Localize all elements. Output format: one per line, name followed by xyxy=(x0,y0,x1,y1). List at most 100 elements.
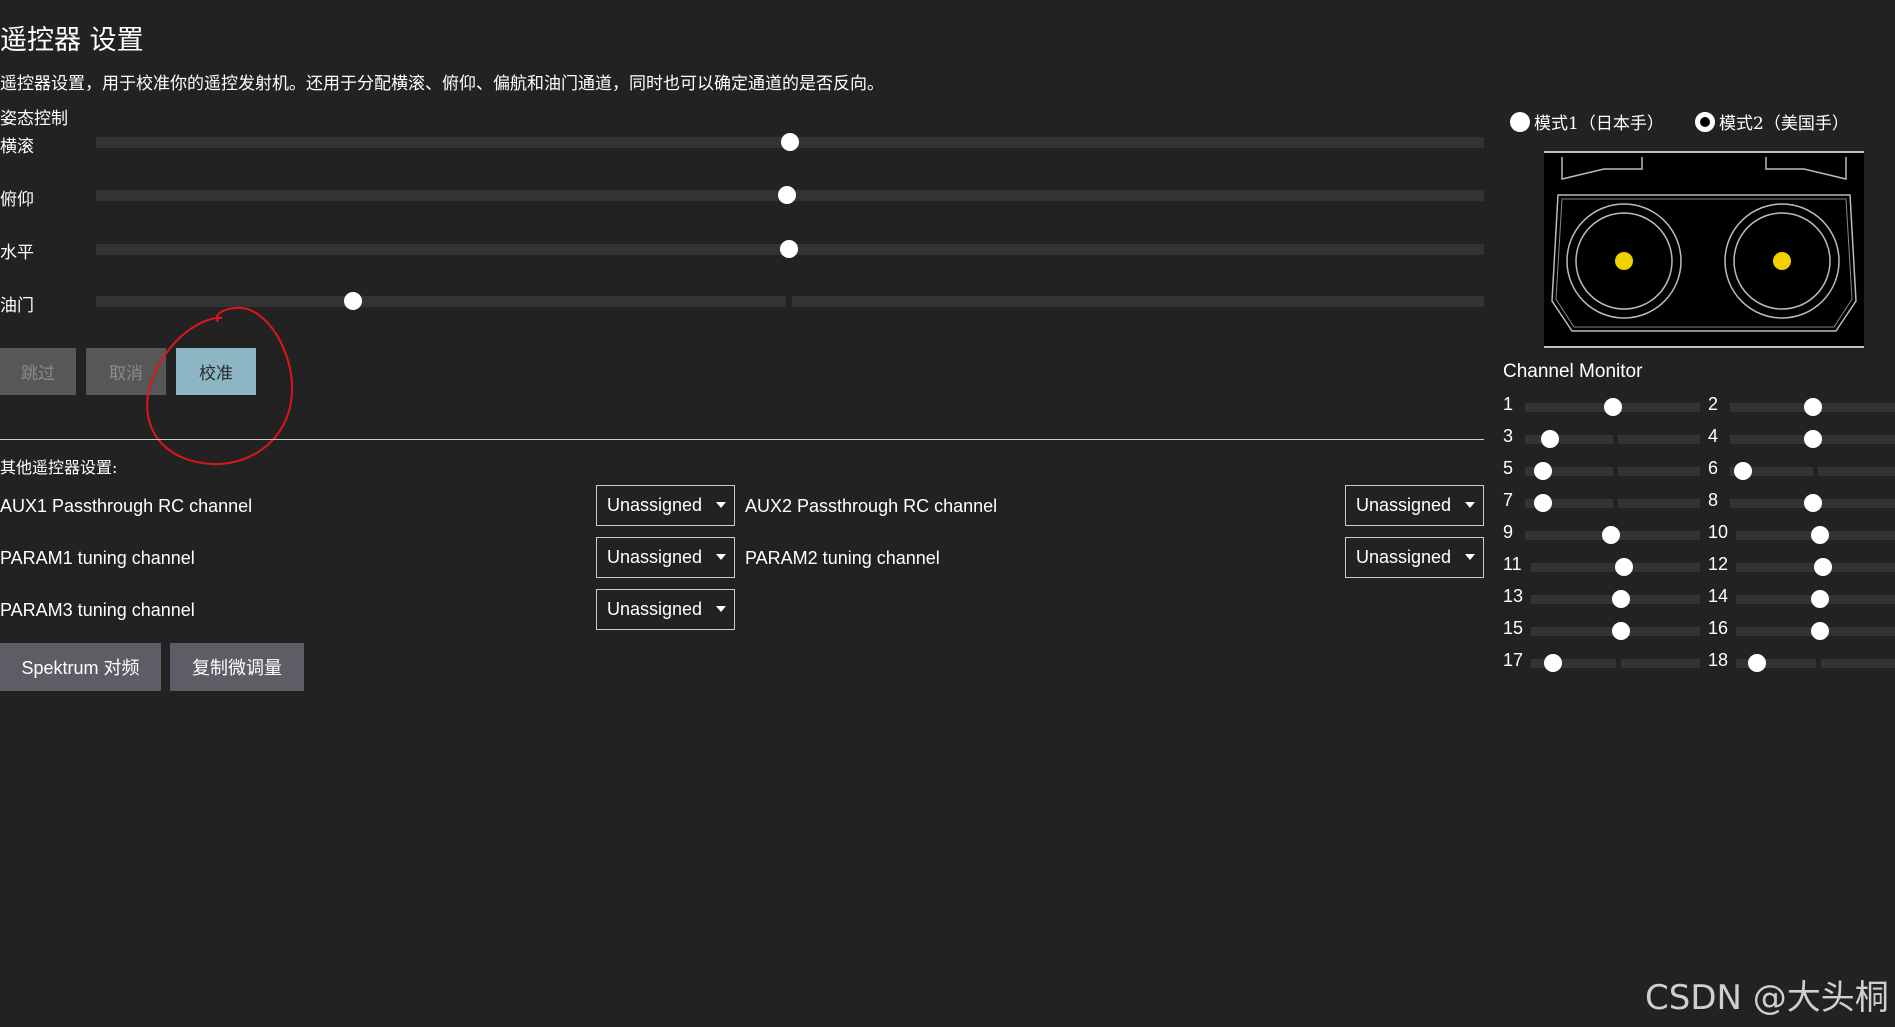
param2-select-value: Unassigned xyxy=(1356,547,1452,567)
channel-14-bar xyxy=(1736,590,1895,608)
other-settings-label: 其他遥控器设置: xyxy=(0,458,118,477)
channel-16-bar xyxy=(1736,622,1895,640)
channel-12-label: 12 xyxy=(1708,554,1729,574)
channel-12-knob xyxy=(1814,558,1833,576)
channel-13-bar xyxy=(1531,590,1700,608)
channel-9-bar xyxy=(1525,526,1700,544)
channel-1-bar xyxy=(1525,398,1700,416)
roll-slider-knob[interactable] xyxy=(781,133,799,151)
chevron-down-icon xyxy=(716,606,726,612)
pitch-slider[interactable] xyxy=(96,186,1484,204)
channel-3-label: 3 xyxy=(1503,426,1514,446)
axis-label-pitch: 俯仰 xyxy=(0,190,34,210)
yaw-slider[interactable] xyxy=(96,240,1484,258)
page-title: 遥控器 设置 xyxy=(0,25,144,56)
channel-5-bar xyxy=(1525,462,1700,480)
radio-selected-icon xyxy=(1695,111,1715,132)
copy-trims-button[interactable]: 复制微调量 xyxy=(170,643,304,691)
channel-2-knob xyxy=(1803,398,1822,416)
chevron-down-icon xyxy=(716,554,726,560)
aux1-channel-select[interactable]: Unassigned xyxy=(596,485,735,526)
param2-label: PARAM2 tuning channel xyxy=(745,548,940,568)
channel-3-bar xyxy=(1525,430,1700,448)
channel-15-knob xyxy=(1611,622,1630,640)
right-stick-dot xyxy=(1773,252,1791,270)
yaw-slider-knob[interactable] xyxy=(779,240,798,258)
aux1-label: AUX1 Passthrough RC channel xyxy=(0,496,253,516)
channel-4-label: 4 xyxy=(1708,426,1719,446)
param3-select-value: Unassigned xyxy=(607,599,703,619)
channel-18-bar xyxy=(1736,654,1895,672)
param3-label: PARAM3 tuning channel xyxy=(0,600,195,620)
chevron-down-icon xyxy=(716,502,726,508)
channel-8-knob xyxy=(1803,494,1822,512)
channel-6-label: 6 xyxy=(1708,458,1719,478)
attitude-section-label: 姿态控制 xyxy=(0,109,68,129)
channel-11-knob xyxy=(1614,558,1633,576)
channel-9-knob xyxy=(1601,526,1620,544)
chevron-down-icon xyxy=(1465,502,1475,508)
param1-channel-select[interactable]: Unassigned xyxy=(596,537,735,578)
transmitter-illustration xyxy=(1544,151,1864,348)
channel-11-label: 11 xyxy=(1503,554,1522,574)
channel-13-knob xyxy=(1611,590,1630,608)
channel-4-bar xyxy=(1730,430,1895,448)
axis-label-roll: 横滚 xyxy=(0,137,34,157)
mode1-radio[interactable]: 模式1（日本手） xyxy=(1510,109,1664,134)
radio-unselected-icon xyxy=(1510,111,1530,132)
red-circle-annotation xyxy=(146,306,294,466)
channel-18-knob xyxy=(1747,654,1766,672)
channel-12-bar xyxy=(1736,558,1895,576)
channel-7-label: 7 xyxy=(1503,490,1514,510)
csdn-watermark: CSDN @大头桐 xyxy=(1645,978,1889,1018)
roll-slider[interactable] xyxy=(96,133,1484,151)
param2-channel-select[interactable]: Unassigned xyxy=(1345,537,1484,578)
mode1-label: 模式1（日本手） xyxy=(1534,114,1664,134)
chevron-down-icon xyxy=(1465,554,1475,560)
channel-7-knob xyxy=(1533,494,1552,512)
param3-channel-select[interactable]: Unassigned xyxy=(596,589,735,630)
channel-9-label: 9 xyxy=(1503,522,1514,542)
mode2-radio[interactable]: 模式2（美国手） xyxy=(1695,109,1849,134)
channel-16-label: 16 xyxy=(1708,618,1729,638)
channel-3-knob xyxy=(1540,430,1559,448)
channel-16-knob xyxy=(1811,622,1830,640)
throttle-slider[interactable] xyxy=(96,292,1484,310)
channel-17-label: 17 xyxy=(1503,650,1524,670)
channel-15-bar xyxy=(1531,622,1700,640)
aux2-label: AUX2 Passthrough RC channel xyxy=(745,496,998,516)
axis-label-throttle: 油门 xyxy=(0,296,34,316)
channel-10-bar xyxy=(1736,526,1895,544)
aux2-select-value: Unassigned xyxy=(1356,495,1452,515)
aux2-channel-select[interactable]: Unassigned xyxy=(1345,485,1484,526)
section-divider xyxy=(0,439,1484,440)
skip-button[interactable]: 跳过 xyxy=(0,348,76,395)
channel-10-label: 10 xyxy=(1708,522,1729,542)
pitch-slider-knob[interactable] xyxy=(778,186,797,204)
channel-14-label: 14 xyxy=(1708,586,1729,606)
channel-10-knob xyxy=(1811,526,1830,544)
channel-6-bar xyxy=(1730,462,1895,480)
channel-14-knob xyxy=(1811,590,1830,608)
channel-5-label: 5 xyxy=(1503,458,1514,478)
throttle-slider-knob[interactable] xyxy=(343,292,362,310)
channel-4-knob xyxy=(1803,430,1822,448)
channel-5-knob xyxy=(1533,462,1552,480)
channel-1-knob xyxy=(1603,398,1622,416)
spektrum-bind-button[interactable]: Spektrum 对频 xyxy=(0,643,161,691)
channel-8-label: 8 xyxy=(1708,490,1719,510)
channel-17-bar xyxy=(1531,654,1700,672)
param1-select-value: Unassigned xyxy=(607,547,703,567)
page-description: 遥控器设置，用于校准你的遥控发射机。还用于分配横滚、俯仰、偏航和油门通道，同时也… xyxy=(0,74,884,94)
channel-18-label: 18 xyxy=(1708,650,1729,670)
channel-13-label: 13 xyxy=(1503,586,1524,606)
channel-11-bar xyxy=(1531,558,1700,576)
aux1-select-value: Unassigned xyxy=(607,495,703,515)
channel-8-bar xyxy=(1730,494,1895,512)
left-stick-dot xyxy=(1615,252,1633,270)
channel-17-knob xyxy=(1543,654,1562,672)
channel-2-bar xyxy=(1730,398,1895,416)
channel-7-bar xyxy=(1525,494,1700,512)
axis-label-yaw: 水平 xyxy=(0,243,34,263)
channel-6-knob xyxy=(1734,462,1753,480)
